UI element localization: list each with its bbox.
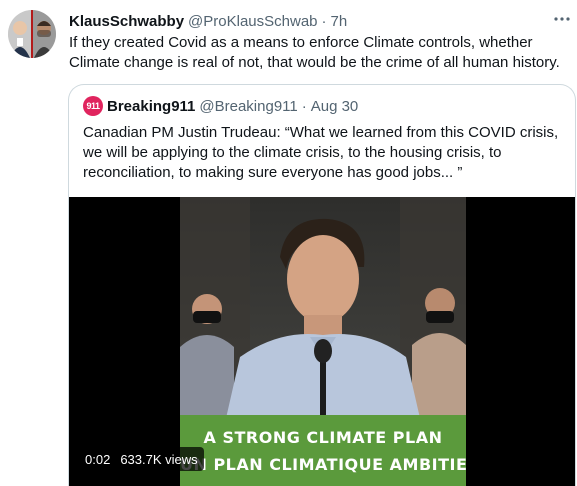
quoted-tweet[interactable]: 911 Breaking911 @Breaking911 · Aug 30 Ca… (68, 84, 576, 486)
more-horizontal-icon (554, 17, 570, 21)
tweet-text: If they created Covid as a means to enfo… (69, 34, 560, 71)
separator-dot: · (321, 12, 327, 30)
video-banner-line-1: A STRONG CLIMATE PLAN (203, 428, 443, 447)
video-info-badge: 0:02 633.7K views (79, 447, 204, 471)
more-options-button[interactable] (552, 9, 572, 29)
quoted-author-avatar[interactable]: 911 (83, 96, 103, 116)
video-banner-line-2: UN PLAN CLIMATIQUE AMBITIEUX (180, 455, 466, 474)
video-duration: 0:02 (85, 451, 111, 467)
quoted-tweet-text: Canadian PM Justin Trudeau: “What we lea… (83, 124, 559, 181)
video-player[interactable]: A STRONG CLIMATE PLAN UN PLAN CLIMATIQUE… (69, 197, 575, 486)
quoted-tweet-header: 911 Breaking911 @Breaking911 · Aug 30 (83, 96, 358, 116)
video-frame: A STRONG CLIMATE PLAN UN PLAN CLIMATIQUE… (180, 197, 466, 486)
video-views: 633.7K views (120, 451, 198, 467)
quoted-date[interactable]: Aug 30 (311, 98, 359, 115)
quoted-author-handle[interactable]: @Breaking911 (199, 98, 297, 115)
tweet-header: KlausSchwabby @ProKlausSchwab · 7h (69, 11, 347, 31)
quoted-separator-dot: · (301, 97, 307, 115)
tweet-time[interactable]: 7h (331, 13, 348, 30)
avatar-composite-icon (8, 10, 56, 58)
author-handle[interactable]: @ProKlausSchwab (188, 13, 317, 30)
author-name[interactable]: KlausSchwabby (69, 13, 184, 30)
author-avatar[interactable] (8, 10, 56, 58)
tweet[interactable]: KlausSchwabby @ProKlausSchwab · 7h If th… (0, 0, 577, 486)
quoted-author-name[interactable]: Breaking911 (107, 98, 195, 115)
